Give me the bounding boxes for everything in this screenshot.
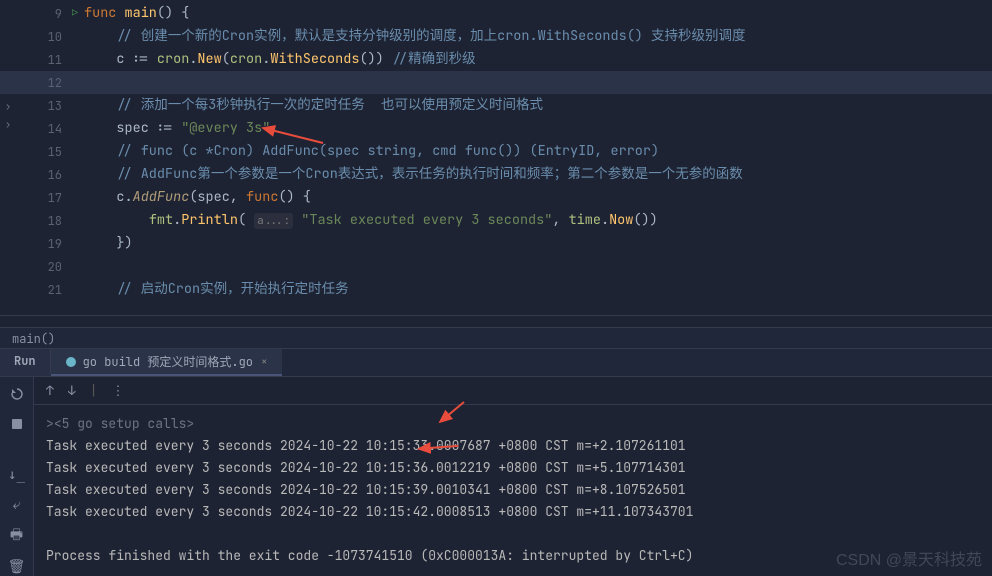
close-tab-icon[interactable]: × <box>261 355 268 369</box>
tool-window-tabs: Run go build 预定义时间格式.go × <box>0 349 992 377</box>
run-toolbar: ↓̲ ⤶ 🖶 🗑 <box>0 377 34 576</box>
console-header: ↑ ↓ | ⋮ <box>34 377 992 405</box>
gutter-line[interactable]: 17 <box>0 186 80 209</box>
soft-wrap-button[interactable]: ⤶ <box>7 496 27 514</box>
run-tool-tab[interactable]: Run <box>0 349 51 376</box>
gutter-line[interactable]: 12 <box>0 71 80 94</box>
clear-button[interactable]: 🗑 <box>7 558 27 576</box>
gutter-line[interactable]: 9 ▷ <box>0 2 80 25</box>
stop-button[interactable] <box>7 415 27 433</box>
gutter-line[interactable]: 11 <box>0 48 80 71</box>
line-gutter: 9 ▷ 10 11 12 13 14 15 16 17 18 19 20 21 <box>0 0 80 315</box>
gutter-line[interactable]: 20 <box>0 255 80 278</box>
run-config-tab[interactable]: go build 预定义时间格式.go × <box>51 349 282 376</box>
go-file-icon <box>65 356 77 368</box>
scroll-to-end-button[interactable]: ↓̲ <box>7 466 27 484</box>
gutter-line[interactable]: 10 <box>0 25 80 48</box>
horizontal-scrollbar[interactable] <box>0 315 992 327</box>
more-icon[interactable]: ⋮ <box>111 382 124 399</box>
code-editor[interactable]: func main() { // 创建一个新的Cron实例，默认是支持分钟级别的… <box>80 0 992 315</box>
rerun-button[interactable] <box>7 385 27 403</box>
up-icon[interactable]: ↑ <box>46 382 54 399</box>
gutter-line[interactable]: 16 <box>0 163 80 186</box>
margin-markers: › › <box>0 100 16 132</box>
gutter-line[interactable]: 19 <box>0 232 80 255</box>
gutter-line[interactable]: 15 <box>0 140 80 163</box>
run-gutter-icon[interactable]: ▷ <box>72 6 78 19</box>
print-button[interactable]: 🖶 <box>7 526 27 546</box>
watermark: CSDN @景天科技苑 <box>836 546 982 570</box>
down-icon[interactable]: ↓ <box>68 382 76 399</box>
gutter-line[interactable]: 21 <box>0 278 80 301</box>
breadcrumb[interactable]: main() <box>0 327 992 349</box>
editor-area: 9 ▷ 10 11 12 13 14 15 16 17 18 19 20 21 … <box>0 0 992 315</box>
gutter-line[interactable]: 18 <box>0 209 80 232</box>
